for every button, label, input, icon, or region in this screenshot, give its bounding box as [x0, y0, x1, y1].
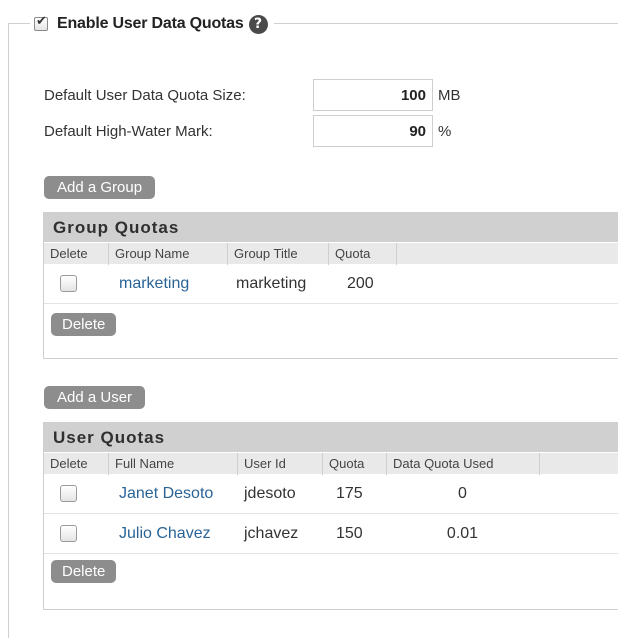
col-full-name[interactable]: Full Name [109, 453, 238, 475]
delete-user-button[interactable]: Delete [51, 560, 117, 583]
row-select-cell [44, 514, 109, 554]
default-size-row: Default User Data Quota Size: MB [44, 79, 461, 111]
help-icon[interactable]: ? [248, 14, 268, 34]
default-size-unit: MB [438, 86, 461, 104]
user-panel-footer: Delete [44, 554, 618, 594]
row-select-checkbox[interactable] [60, 524, 77, 542]
group-title-cell: marketing [236, 274, 307, 292]
enable-quotas-checkbox[interactable] [34, 14, 48, 31]
user-quota-cell: 175 [336, 484, 363, 502]
table-row: Julio Chavez jchavez 150 0.01 [44, 514, 618, 554]
user-name-link[interactable]: Julio Chavez [109, 514, 238, 554]
row-select-cell [44, 264, 109, 304]
group-table-header: Delete Group Name Group Title Quota [44, 242, 618, 265]
add-group-button[interactable]: Add a Group [44, 176, 156, 199]
high-water-unit: % [438, 122, 452, 140]
high-water-row: Default High-Water Mark: % [44, 115, 451, 147]
col-delete[interactable]: Delete [44, 453, 109, 475]
user-used-cell: 0 [458, 484, 467, 502]
table-row: marketing marketing 200 [44, 264, 618, 304]
add-user-button[interactable]: Add a User [44, 386, 146, 409]
col-delete[interactable]: Delete [44, 243, 109, 265]
row-select-cell [44, 474, 109, 514]
col-quota[interactable]: Quota [323, 453, 387, 475]
group-quota-cell: 200 [347, 274, 374, 292]
col-data-quota-used[interactable]: Data Quota Used [387, 453, 540, 475]
default-size-label: Default User Data Quota Size: [44, 86, 246, 104]
fieldset-legend: Enable User Data Quotas ? [30, 11, 274, 37]
user-used-cell: 0.01 [446, 524, 479, 542]
group-quotas-panel: Group Quotas Delete Group Name Group Tit… [43, 212, 618, 359]
user-name-link[interactable]: Janet Desoto [109, 474, 238, 514]
group-panel-footer: Delete [44, 304, 618, 344]
user-quota-cell: 150 [336, 524, 363, 542]
col-user-id[interactable]: User Id [238, 453, 323, 475]
high-water-label: Default High-Water Mark: [44, 122, 213, 140]
user-id-cell: jdesoto [244, 484, 296, 502]
delete-group-button[interactable]: Delete [51, 313, 117, 336]
row-select-checkbox[interactable] [60, 274, 77, 292]
default-size-input[interactable] [313, 79, 433, 111]
group-name-link[interactable]: marketing [109, 264, 228, 304]
table-row: Janet Desoto jdesoto 175 0 [44, 474, 618, 514]
col-quota[interactable]: Quota [329, 243, 397, 265]
row-select-checkbox[interactable] [60, 484, 77, 502]
high-water-input[interactable] [313, 115, 433, 147]
col-group-title[interactable]: Group Title [228, 243, 329, 265]
user-quotas-title: User Quotas [44, 423, 618, 452]
user-table-header: Delete Full Name User Id Quota Data Quot… [44, 452, 618, 475]
enable-quotas-label: Enable User Data Quotas [57, 15, 244, 32]
group-quotas-title: Group Quotas [44, 213, 618, 242]
col-group-name[interactable]: Group Name [109, 243, 228, 265]
user-quotas-panel: User Quotas Delete Full Name User Id Quo… [43, 422, 618, 610]
user-id-cell: jchavez [244, 524, 299, 542]
